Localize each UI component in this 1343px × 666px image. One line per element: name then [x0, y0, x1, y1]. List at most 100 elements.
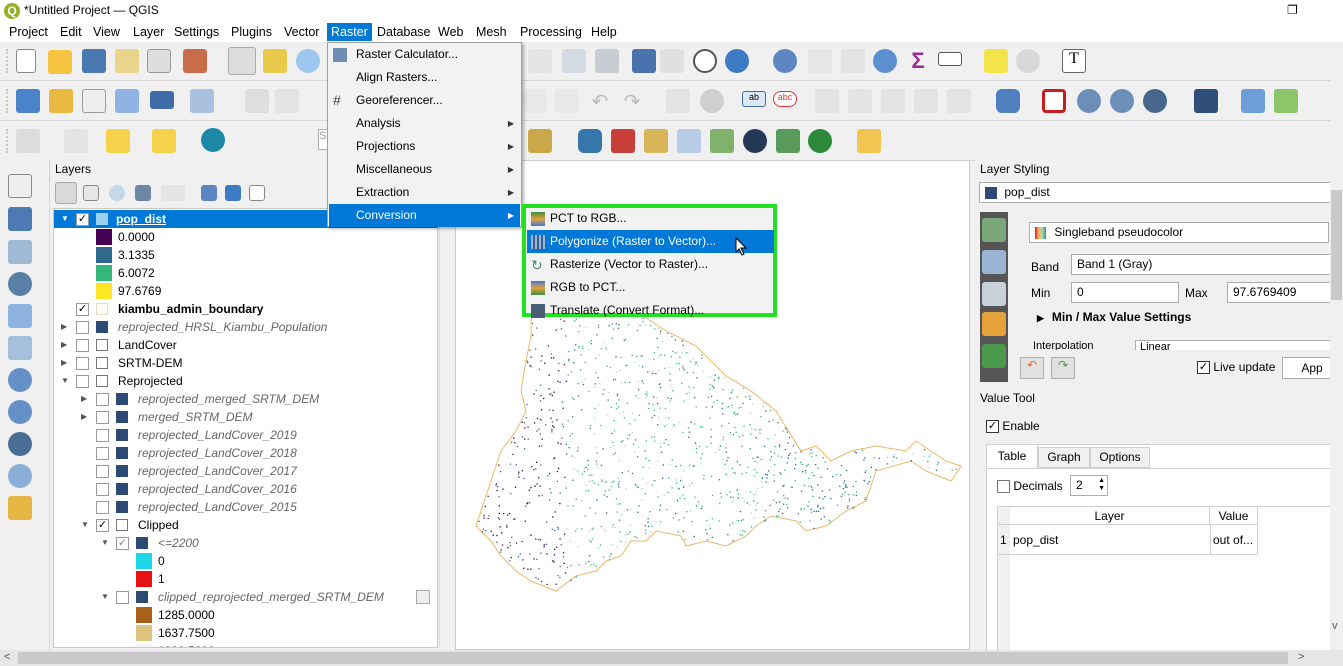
restore-window-button[interactable]: ❐ [1287, 3, 1301, 17]
digitize-pencil-icon[interactable] [245, 89, 269, 113]
menu-item-projections[interactable]: Projections ▶ [329, 135, 520, 158]
menu-raster[interactable]: Raster [327, 23, 372, 41]
zoom-last-icon[interactable] [528, 49, 552, 73]
menu-item-align-rasters[interactable]: Align Rasters... [329, 66, 520, 89]
min-input[interactable]: 0 [1071, 282, 1179, 303]
expand-arrow-icon[interactable]: ▶ [81, 408, 87, 426]
tab-graph[interactable]: Graph [1038, 447, 1090, 468]
scroll-thumb[interactable] [18, 652, 1288, 664]
locate-icon[interactable] [201, 128, 225, 152]
open-folder-plugin-icon[interactable] [644, 129, 668, 153]
layer-row-kiambu-admin-boundary[interactable]: ✓ kiambu_admin_boundary [54, 300, 437, 318]
metasearch-icon[interactable] [1143, 89, 1167, 113]
globe-plugin-icon[interactable] [743, 129, 767, 153]
tab-options[interactable]: Options [1090, 447, 1150, 468]
save-project-icon[interactable] [82, 49, 106, 73]
select-by-value-icon[interactable] [64, 129, 88, 153]
expand-arrow-icon[interactable]: ▶ [61, 354, 67, 372]
table-row[interactable]: 1 pop_dist out of... [998, 525, 1258, 555]
transparency-tab-icon[interactable] [982, 250, 1006, 274]
layer-visibility-checkbox[interactable] [116, 591, 129, 604]
scroll-right-icon[interactable]: > [1298, 651, 1304, 663]
add-wms-layer-icon[interactable] [1077, 89, 1101, 113]
pin-labels-icon[interactable] [700, 89, 724, 113]
menu-view[interactable]: View [89, 23, 124, 41]
layer-tree[interactable]: ▼ ✓ pop_dist 0.0000 3.1335 6.0072 97.676… [53, 208, 438, 648]
rendering-tab-icon[interactable] [982, 312, 1006, 336]
pan-map-icon[interactable] [228, 47, 256, 75]
data-source-manager-icon[interactable] [16, 89, 40, 113]
layer-selector[interactable]: pop_dist [979, 182, 1334, 203]
processing-toolbox-icon[interactable] [873, 49, 897, 73]
layer-row[interactable]: reprojected_LandCover_2016 [54, 480, 437, 498]
print-layout-icon[interactable] [115, 49, 139, 73]
menu-edit[interactable]: Edit [56, 23, 86, 41]
collapse-arrow-icon[interactable]: ▼ [61, 210, 69, 228]
collapse-all-icon[interactable] [225, 185, 241, 201]
interpolation-select[interactable]: Linear [1135, 340, 1331, 350]
highlight-pinned-labels-icon[interactable] [815, 89, 839, 113]
layer-visibility-checkbox[interactable] [96, 465, 109, 478]
style-manager-icon[interactable] [183, 49, 207, 73]
change-label-icon[interactable] [947, 89, 971, 113]
map-tips-icon[interactable] [984, 49, 1008, 73]
expand-all-icon[interactable] [201, 185, 217, 201]
menu-project[interactable]: Project [5, 23, 52, 41]
layer-visibility-checkbox[interactable] [96, 393, 109, 406]
layer-row[interactable]: ▼ clipped_reprojected_merged_SRTM_DEM [54, 588, 437, 606]
decimals-checkbox[interactable]: Decimals [997, 479, 1063, 494]
add-virtual-layer-icon[interactable] [8, 496, 32, 520]
manage-visibility-icon[interactable] [109, 185, 125, 201]
undo-style-button[interactable]: ↶ [1020, 357, 1044, 379]
expand-arrow-icon[interactable]: ▶ [61, 336, 67, 354]
minmax-settings-toggle[interactable]: ▶ Min / Max Value Settings [1037, 310, 1191, 324]
layer-visibility-checkbox[interactable] [96, 483, 109, 496]
select-by-location-icon[interactable] [152, 129, 176, 153]
expand-arrow-icon[interactable]: ▶ [61, 318, 67, 336]
layer-visibility-checkbox[interactable] [96, 447, 109, 460]
add-raster-layer-icon[interactable] [8, 207, 32, 231]
max-input[interactable]: 97.6769409 [1227, 282, 1331, 303]
toolbar-grip[interactable] [6, 49, 9, 73]
acrobat-plugin-icon[interactable] [611, 129, 635, 153]
menu-item-raster-calculator[interactable]: Raster Calculator... [329, 43, 520, 66]
toggle-editing-icon[interactable] [275, 89, 299, 113]
layer-labeling-icon[interactable]: ab [742, 91, 766, 107]
layer-row[interactable]: reprojected_LandCover_2018 [54, 444, 437, 462]
toolbar-grip[interactable] [6, 89, 9, 113]
add-postgis-layer-icon[interactable] [8, 368, 32, 392]
db-manager-icon[interactable] [996, 89, 1020, 113]
histogram-tab-icon[interactable] [982, 282, 1006, 306]
menu-settings[interactable]: Settings [170, 23, 223, 41]
collapse-arrow-icon[interactable]: ▼ [101, 534, 109, 552]
menu-item-conversion[interactable]: Conversion ▶ [329, 204, 520, 227]
add-wfs-layer-icon[interactable] [8, 464, 32, 488]
text-annotation-icon[interactable]: T [1062, 49, 1086, 73]
menu-item-rgb-to-pct[interactable]: RGB to PCT... [527, 276, 774, 299]
layer-visibility-checkbox[interactable] [76, 321, 89, 334]
check-geometries-icon[interactable] [1241, 89, 1265, 113]
layer-row[interactable]: ▶ merged_SRTM_DEM [54, 408, 437, 426]
layers-stack-icon[interactable] [710, 129, 734, 153]
undo-icon[interactable]: ↶ [588, 89, 612, 113]
live-update-checkbox[interactable]: ✓ Live update [1197, 360, 1275, 375]
measure-line-icon[interactable] [938, 52, 962, 66]
collapse-arrow-icon[interactable]: ▼ [81, 516, 89, 534]
spin-arrows-icon[interactable]: ▲ ▼ [1098, 477, 1105, 493]
collapse-arrow-icon[interactable]: ▼ [61, 372, 69, 390]
map-swipe-icon[interactable] [677, 129, 701, 153]
menu-item-miscellaneous[interactable]: Miscellaneous ▶ [329, 158, 520, 181]
layer-visibility-checkbox[interactable]: ✓ [116, 537, 129, 550]
layout-manager-icon[interactable] [147, 49, 171, 73]
toolbar-grip[interactable] [6, 129, 9, 153]
history-tab-icon[interactable] [982, 344, 1006, 368]
layer-visibility-checkbox[interactable] [96, 411, 109, 424]
layer-row[interactable]: ▶ reprojected_merged_SRTM_DEM [54, 390, 437, 408]
paste-features-icon[interactable] [555, 89, 579, 113]
group-visibility-checkbox[interactable] [76, 357, 89, 370]
show-hide-labels-icon[interactable] [848, 89, 872, 113]
column-header-value[interactable]: Value [1210, 507, 1258, 525]
new-spatial-bookmark-icon[interactable] [632, 49, 656, 73]
python-console-icon[interactable] [578, 129, 602, 153]
group-row[interactable]: ▶ SRTM-DEM [54, 354, 437, 372]
